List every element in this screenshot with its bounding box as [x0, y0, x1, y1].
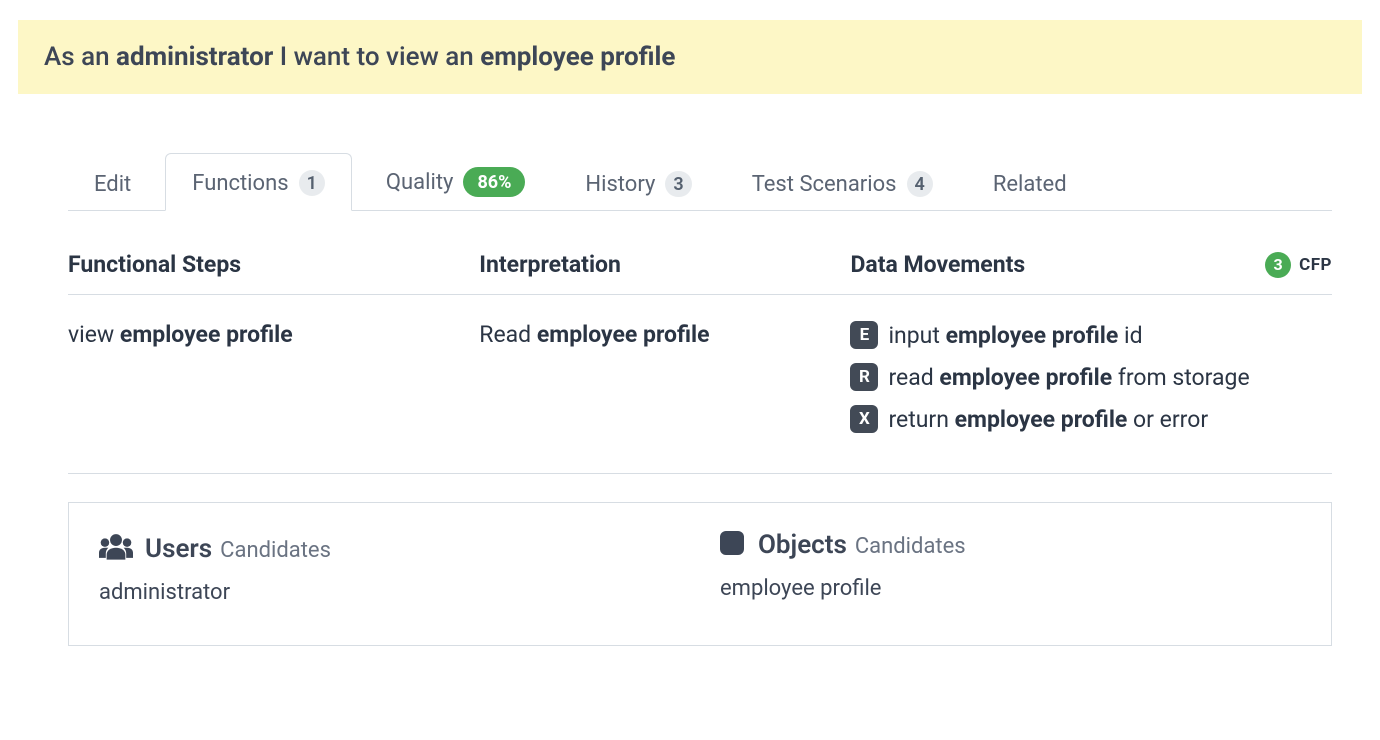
interp-bold: employee profile: [537, 321, 710, 348]
objects-candidate-item: employee profile: [720, 576, 1301, 601]
tab-related[interactable]: Related: [967, 156, 1093, 211]
interp-prefix: Read: [479, 321, 537, 348]
tab-edit[interactable]: Edit: [68, 156, 157, 211]
story-middle: I want to view an: [273, 42, 480, 72]
cfp-label: CFP: [1299, 255, 1332, 275]
objects-candidates-head: Objects Candidates: [720, 529, 1301, 560]
dm-exit: X return employee profile or error: [850, 405, 1332, 433]
users-candidates: Users Candidates administrator: [99, 529, 680, 605]
users-candidate-item: administrator: [99, 580, 680, 605]
dm-post: or error: [1127, 406, 1208, 433]
tab-history-label: History: [585, 172, 655, 197]
objects-sub: Candidates: [855, 534, 966, 559]
users-title: Users: [145, 534, 212, 564]
tab-functions[interactable]: Functions 1: [165, 153, 352, 211]
dm-bold: employee profile: [955, 406, 1128, 433]
functional-step-text: view employee profile: [68, 321, 469, 348]
story-prefix: As an: [44, 42, 116, 72]
dm-entry: E input employee profile id: [850, 321, 1332, 349]
users-icon: [99, 532, 133, 560]
col-interpretation: Interpretation: [479, 251, 840, 278]
dm-text: input employee profile id: [888, 322, 1142, 349]
dm-pre: input: [888, 322, 945, 349]
dm-post: id: [1118, 322, 1142, 349]
tab-test-scenarios-label: Test Scenarios: [752, 172, 897, 197]
cfp-indicator: 3 CFP: [1265, 252, 1332, 278]
step-bold: employee profile: [120, 321, 293, 348]
tab-history[interactable]: History 3: [559, 155, 717, 211]
dm-post: from storage: [1112, 364, 1250, 391]
tab-test-scenarios[interactable]: Test Scenarios 4: [726, 155, 959, 211]
col-functional-steps: Functional Steps: [68, 251, 469, 278]
tab-test-scenarios-count: 4: [907, 171, 933, 197]
tab-edit-label: Edit: [94, 172, 131, 197]
tab-functions-label: Functions: [192, 171, 288, 196]
dm-pre: read: [888, 364, 939, 391]
dm-pre: return: [888, 406, 954, 433]
tab-quality-pct: 86%: [463, 167, 525, 197]
function-row: view employee profile Read employee prof…: [68, 295, 1332, 474]
story-target: employee profile: [480, 42, 675, 72]
dm-code-badge: X: [850, 405, 878, 433]
dm-text: read employee profile from storage: [888, 364, 1249, 391]
candidates-box: Users Candidates administrator Objects C…: [68, 502, 1332, 646]
dm-bold: employee profile: [946, 322, 1119, 349]
tab-related-label: Related: [993, 172, 1067, 197]
dm-text: return employee profile or error: [888, 406, 1208, 433]
dm-code-badge: E: [850, 321, 878, 349]
data-movements-list: E input employee profile id R read emplo…: [850, 321, 1332, 433]
object-icon: [720, 531, 744, 555]
col-data-movements: Data Movements: [850, 251, 1025, 278]
dm-bold: employee profile: [939, 364, 1112, 391]
objects-title: Objects: [758, 530, 847, 560]
story-role: administrator: [116, 42, 273, 72]
user-story-header: As an administrator I want to view an em…: [18, 20, 1362, 94]
tab-quality[interactable]: Quality 86%: [360, 151, 552, 211]
users-candidates-head: Users Candidates: [99, 529, 680, 564]
tabs-bar: Edit Functions 1 Quality 86% History 3 T…: [68, 150, 1332, 211]
dm-read: R read employee profile from storage: [850, 363, 1332, 391]
cfp-count-badge: 3: [1265, 252, 1291, 278]
tab-quality-label: Quality: [386, 170, 454, 195]
objects-candidates: Objects Candidates employee profile: [720, 529, 1301, 605]
users-sub: Candidates: [220, 538, 331, 563]
tab-history-count: 3: [665, 171, 691, 197]
step-prefix: view: [68, 321, 120, 348]
tab-functions-count: 1: [299, 170, 325, 196]
dm-code-badge: R: [850, 363, 878, 391]
columns-header: Functional Steps Interpretation Data Mov…: [68, 251, 1332, 295]
interpretation-text: Read employee profile: [479, 321, 840, 348]
